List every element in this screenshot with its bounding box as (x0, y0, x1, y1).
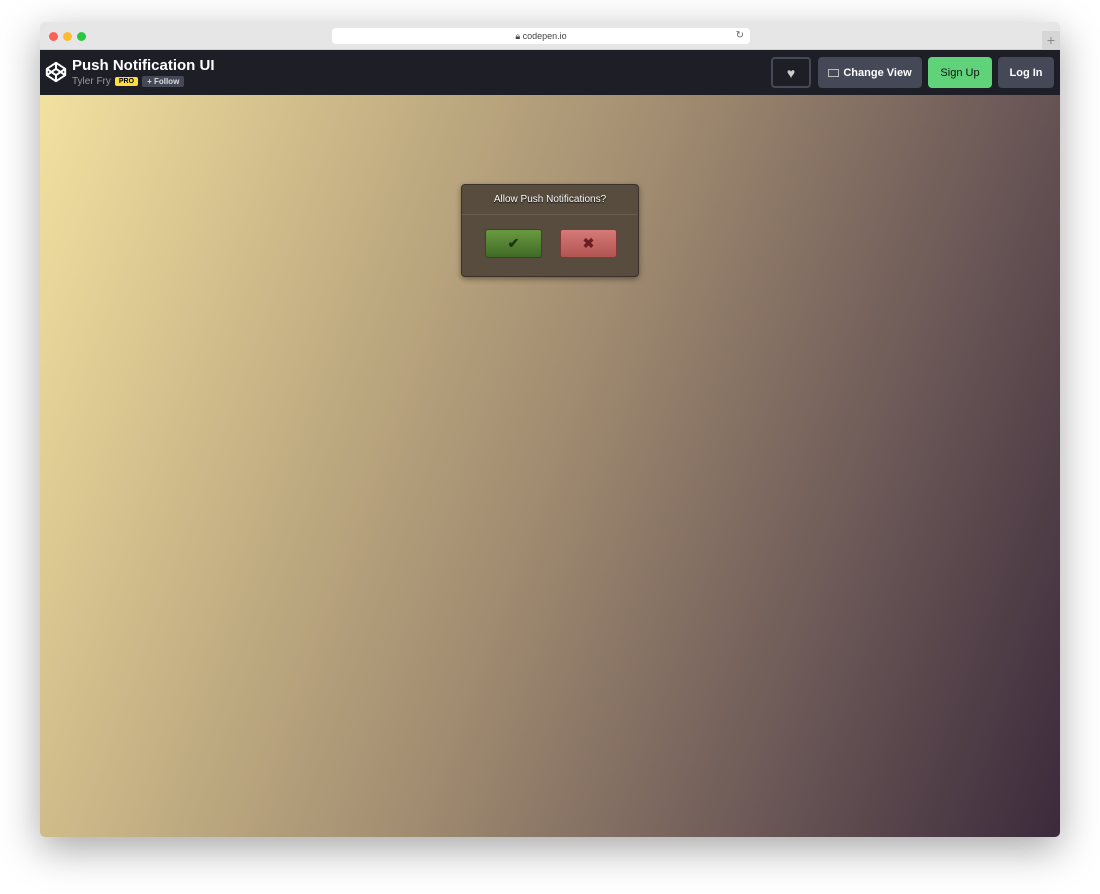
dialog-title: Allow Push Notifications? (462, 185, 638, 215)
close-icon: ✖ (582, 235, 595, 251)
preview-area: Allow Push Notifications? ✔ ✖ (40, 95, 1060, 837)
heart-button[interactable]: ♥ (771, 57, 811, 88)
sign-up-button[interactable]: Sign Up (928, 57, 992, 88)
browser-chrome: 🔒︎ codepen.io ↻ + (40, 22, 1060, 50)
change-view-button[interactable]: Change View (818, 57, 922, 88)
decline-button[interactable]: ✖ (560, 229, 617, 258)
browser-window: 🔒︎ codepen.io ↻ + Push Notification UI Ty… (40, 22, 1060, 837)
codepen-logo-icon[interactable] (45, 61, 67, 83)
change-view-icon (828, 68, 840, 77)
close-window-button[interactable] (49, 32, 58, 41)
new-tab-button[interactable]: + (1042, 31, 1060, 49)
url-text: codepen.io (522, 31, 567, 41)
maximize-window-button[interactable] (77, 32, 86, 41)
codepen-header: Push Notification UI Tyler Fry PRO + Fol… (40, 50, 1060, 95)
lock-icon: 🔒︎ (515, 31, 523, 41)
author-link[interactable]: Tyler Fry (72, 76, 111, 87)
log-in-button[interactable]: Log In (998, 57, 1054, 88)
address-bar[interactable]: 🔒︎ codepen.io ↻ (332, 28, 750, 44)
reload-icon[interactable]: ↻ (736, 28, 744, 44)
minimize-window-button[interactable] (63, 32, 72, 41)
push-notification-dialog: Allow Push Notifications? ✔ ✖ (461, 184, 639, 277)
follow-button[interactable]: + Follow (142, 76, 185, 87)
change-view-label: Change View (843, 66, 912, 79)
checkmark-icon: ✔ (507, 235, 520, 251)
accept-button[interactable]: ✔ (485, 229, 542, 258)
pro-badge: PRO (114, 77, 139, 86)
heart-icon: ♥ (786, 64, 796, 81)
pen-title: Push Notification UI (72, 57, 215, 74)
